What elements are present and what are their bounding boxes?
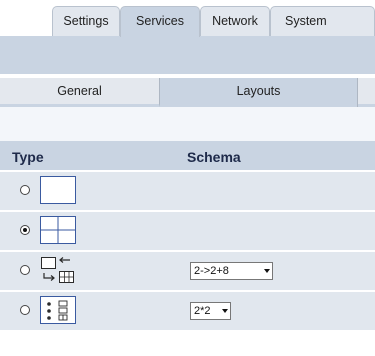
- spacer: [0, 107, 375, 141]
- tab-services[interactable]: Services: [120, 6, 200, 37]
- table-row: [0, 172, 375, 210]
- subtab-more: [358, 78, 375, 107]
- layout-radio[interactable]: [20, 305, 30, 315]
- table-row: [0, 212, 375, 250]
- chevron-down-icon: [222, 309, 228, 313]
- subtab-layouts[interactable]: Layouts: [160, 78, 358, 107]
- layout-radio[interactable]: [20, 265, 30, 275]
- schema-select[interactable]: 2*2: [190, 302, 231, 320]
- layout-table: Type Schema 2->2+8 2*2: [0, 141, 375, 330]
- quad-pane-icon: [40, 216, 76, 244]
- chevron-down-icon: [264, 269, 270, 273]
- table-row: 2->2+8: [0, 252, 375, 290]
- table-header: Type Schema: [0, 141, 375, 170]
- schema-column-header: Schema: [187, 149, 241, 165]
- sub-tab-bar: General Layouts: [0, 78, 375, 107]
- subtab-general[interactable]: General: [0, 78, 160, 107]
- schema-select-value: 2->2+8: [194, 265, 229, 277]
- dual-list-icon: [40, 296, 76, 324]
- tab-system[interactable]: System: [270, 6, 375, 36]
- tab-settings[interactable]: Settings: [52, 6, 120, 36]
- layout-radio-selected[interactable]: [20, 225, 30, 235]
- single-pane-icon: [40, 176, 76, 204]
- tab-panel-bar: [0, 36, 375, 74]
- tab-network[interactable]: Network: [200, 6, 270, 36]
- table-row: 2*2: [0, 292, 375, 330]
- split-2-to-2-8-icon: [41, 257, 74, 283]
- schema-select-value: 2*2: [194, 305, 211, 317]
- layout-radio[interactable]: [20, 185, 30, 195]
- main-tab-bar: Settings Services Network System: [0, 0, 375, 37]
- type-column-header: Type: [12, 149, 44, 165]
- schema-select[interactable]: 2->2+8: [190, 262, 273, 280]
